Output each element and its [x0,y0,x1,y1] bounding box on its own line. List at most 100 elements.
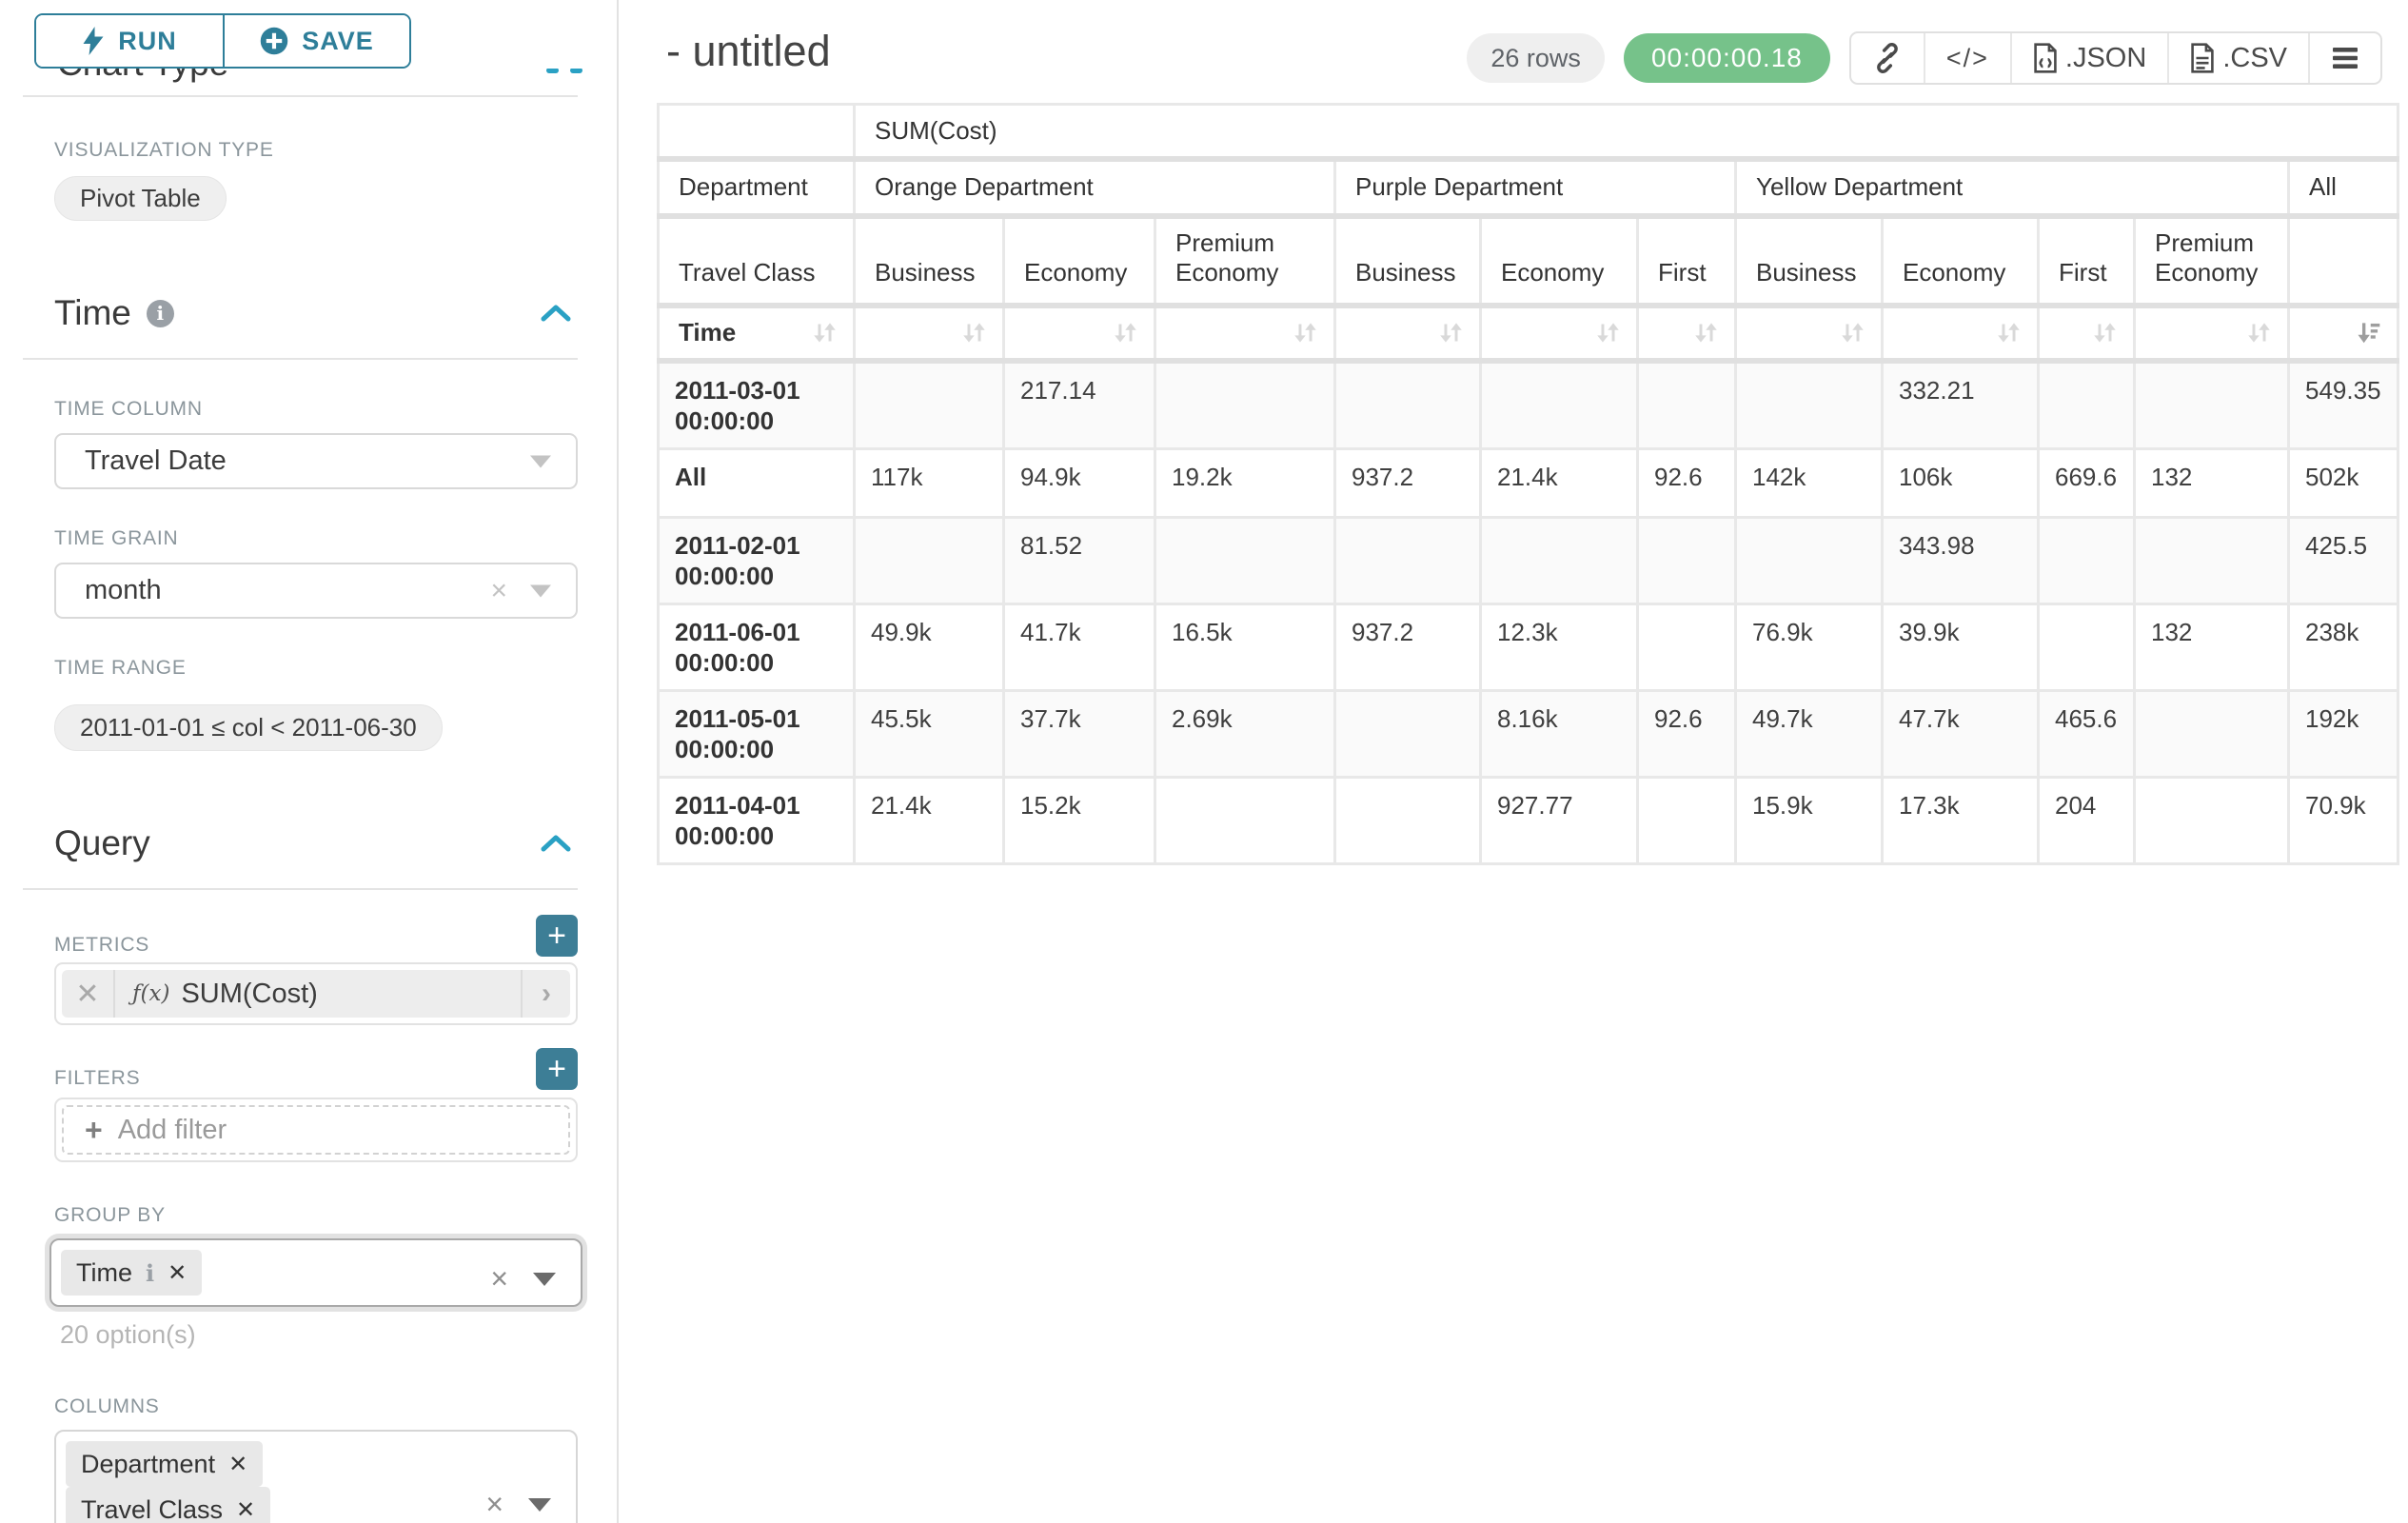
run-button[interactable]: RUN [36,15,223,67]
section-divider [23,95,578,97]
value-cell [1638,603,1736,690]
value-cell [2135,777,2289,863]
row-count-badge: 26 rows [1467,33,1605,83]
sort-icon[interactable] [1693,320,1719,346]
value-cell: 8.16k [1481,690,1638,777]
value-cell [1736,361,1883,449]
remove-tag-icon[interactable]: ✕ [228,1451,247,1478]
clear-icon[interactable]: × [490,1261,508,1296]
hamburger-icon [2331,46,2359,70]
chevron-right-icon[interactable]: › [521,970,570,1018]
value-cell: 465.6 [2039,690,2135,777]
group-by-tag-time[interactable]: Time i ✕ [61,1250,202,1296]
value-cell [1638,361,1736,449]
time-column-label: TIME COLUMN [54,398,578,421]
table-row: 2011-04-01 00:00:0021.4k15.2k927.7715.9k… [659,777,2398,863]
sort-icon[interactable] [2092,320,2118,346]
row-label: All [659,448,855,517]
chevron-up-icon[interactable] [540,834,572,853]
sort-icon[interactable] [2246,320,2272,346]
save-button-label: SAVE [302,27,374,56]
metric-pill[interactable]: ✕ ƒ(x) SUM(Cost) › [62,970,570,1018]
columns-tag-travel-class[interactable]: Travel Class ✕ [66,1487,270,1523]
sort-icon[interactable] [1438,320,1464,346]
tag-label: Travel Class [81,1495,223,1523]
chevron-up-icon[interactable] [540,304,572,323]
remove-tag-icon[interactable]: ✕ [236,1496,255,1523]
visualization-type-value[interactable]: Pivot Table [54,176,227,221]
value-cell: 15.9k [1736,777,1883,863]
save-button[interactable]: SAVE [223,15,409,67]
query-section-header[interactable]: Query [54,823,578,863]
sort-icon[interactable] [1840,320,1865,346]
value-cell: 37.7k [1004,690,1155,777]
travel-class-header: Economy [1883,216,2039,306]
sort-icon[interactable] [1996,320,2022,346]
column-sort-header[interactable] [1883,306,2039,361]
export-csv-button[interactable]: .CSV [2167,33,2308,83]
column-sort-header[interactable] [1335,306,1481,361]
sort-icon[interactable] [812,320,838,346]
remove-tag-icon[interactable]: ✕ [168,1259,187,1287]
column-sort-header[interactable] [1638,306,1736,361]
value-cell: 39.9k [1883,603,2039,690]
value-cell: 343.98 [1883,517,2039,603]
travel-class-header: Premium Economy [1155,216,1335,306]
time-grain-select[interactable]: month × [54,563,578,619]
value-cell: 76.9k [1736,603,1883,690]
time-range-label: TIME RANGE [54,657,578,680]
column-sort-header[interactable] [1481,306,1638,361]
time-column-select[interactable]: Travel Date [54,433,578,489]
sort-icon[interactable] [961,320,987,346]
add-filter-label: Add filter [118,1115,227,1146]
sort-icon[interactable] [1293,320,1318,346]
time-sort-header[interactable]: Time [659,306,855,361]
export-json-button[interactable]: .JSON [2010,33,2167,83]
export-button-group: </> .JSON .CSV [1849,31,2382,85]
group-by-select[interactable]: Time i ✕ × [49,1238,582,1307]
chevron-down-icon[interactable] [533,1273,556,1286]
clear-icon[interactable]: × [485,1487,503,1522]
value-cell [1335,517,1481,603]
sort-icon[interactable] [1595,320,1621,346]
time-range-value[interactable]: 2011-01-01 ≤ col < 2011-06-30 [54,704,443,751]
value-cell: 549.35 [2289,361,2398,449]
sort-icon[interactable] [1113,320,1138,346]
link-icon [1872,43,1903,73]
value-cell: 142k [1736,448,1883,517]
menu-button[interactable] [2308,33,2380,83]
column-sort-header[interactable] [1004,306,1155,361]
time-section-header[interactable]: Time i [54,293,578,333]
travel-class-header: Economy [1481,216,1638,306]
column-sort-header[interactable] [1736,306,1883,361]
value-cell: 21.4k [1481,448,1638,517]
column-sort-header[interactable] [1155,306,1335,361]
columns-tag-department[interactable]: Department ✕ [66,1441,263,1487]
view-query-button[interactable]: </> [1924,33,2010,83]
share-link-button[interactable] [1851,33,1924,83]
column-sort-header[interactable] [2135,306,2289,361]
add-filter-button[interactable]: + Add filter [62,1105,570,1155]
column-sort-header[interactable] [2039,306,2135,361]
value-cell: 41.7k [1004,603,1155,690]
add-filter-plus-button[interactable]: + [536,1048,578,1090]
row-label: 2011-04-01 00:00:00 [659,777,855,863]
table-row: 2011-02-01 00:00:0081.52343.98425.5 [659,517,2398,603]
metric-header-row: SUM(Cost) [659,105,2398,159]
group-by-label: GROUP BY [54,1204,578,1227]
column-sort-header[interactable] [855,306,1004,361]
clear-icon[interactable]: × [490,575,507,607]
all-column-sort-header[interactable] [2289,306,2398,361]
value-cell: 117k [855,448,1004,517]
sort-desc-active-icon[interactable] [2356,320,2381,346]
chevron-down-icon[interactable] [528,1498,551,1512]
value-cell: 19.2k [1155,448,1335,517]
value-cell [855,361,1004,449]
remove-metric-icon[interactable]: ✕ [62,970,115,1018]
columns-select[interactable]: Department ✕ Travel Class ✕ × [54,1430,578,1523]
chart-panel: - untitled 26 rows 00:00:00.18 </> [617,0,2408,1523]
add-metric-button[interactable]: + [536,915,578,957]
row-label: 2011-03-01 00:00:00 [659,361,855,449]
info-icon[interactable]: i [146,1259,154,1287]
file-csv-icon [2190,43,2215,73]
